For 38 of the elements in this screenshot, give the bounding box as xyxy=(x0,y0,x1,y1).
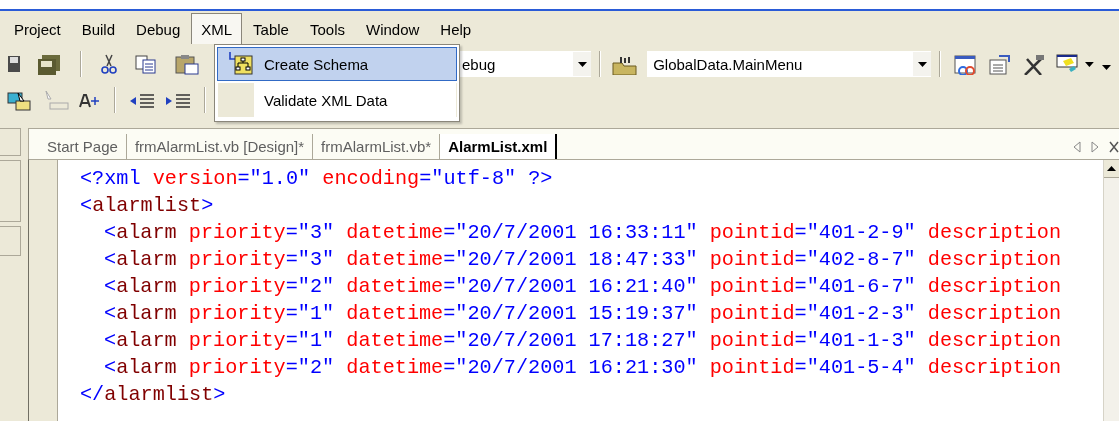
code-line: <alarm priority="2" datetime="20/7/2001 16:21:40" pointid="401-6-7" description xyxy=(103,274,1062,300)
schema-tree-icon xyxy=(228,51,254,77)
dropdown-caret-icon[interactable] xyxy=(577,61,587,67)
clipboard-icon[interactable] xyxy=(174,53,200,75)
close-icon[interactable] xyxy=(1109,140,1119,153)
code-line: <alarm priority="1" datetime="20/7/2001 17:18:27" pointid="401-1-3" description xyxy=(103,328,1062,354)
code-line: <alarmlist> xyxy=(80,193,214,219)
code-line: <alarm priority="1" datetime="20/7/2001 15:19:37" pointid="401-2-3" description xyxy=(103,301,1062,327)
document-tab[interactable]: frmAlarmList.vb [Design]* xyxy=(126,134,314,159)
floppy-disks-icon[interactable] xyxy=(36,53,62,75)
menu-entry[interactable]: Create Schema xyxy=(217,47,457,81)
menu-item[interactable]: Debug xyxy=(126,13,191,44)
code-line: <alarm priority="2" datetime="20/7/2001 16:21:30" pointid="401-5-4" description xyxy=(103,355,1062,381)
document-tab[interactable]: AlarmList.xml xyxy=(440,134,558,159)
code-line: <alarm priority="3" datetime="20/7/2001 16:33:11" pointid="401-2-9" description xyxy=(103,220,1062,246)
code-editor[interactable] xyxy=(58,160,1103,421)
code-line: <?xml version="1.0" encoding="utf-8" ?> xyxy=(80,166,553,192)
copy-icon[interactable] xyxy=(134,53,158,75)
menu-item[interactable]: XML xyxy=(191,13,243,44)
dropdown-caret-icon[interactable] xyxy=(1085,61,1095,67)
menu-item[interactable]: Tools xyxy=(299,13,355,44)
menu-item[interactable]: Table xyxy=(243,13,299,44)
vertical-scrollbar[interactable] xyxy=(1103,160,1119,421)
dropdown-caret-icon[interactable] xyxy=(917,61,927,67)
code-line: <alarm priority="3" datetime="20/7/2001 18:47:33" pointid="402-8-7" description xyxy=(103,247,1062,273)
scroll-up-icon[interactable] xyxy=(1107,166,1116,171)
scroll-right-icon[interactable] xyxy=(1091,140,1099,153)
menu-entry[interactable]: Validate XML Data xyxy=(217,83,457,117)
scroll-left-icon[interactable] xyxy=(1073,140,1081,153)
startup-object-combo[interactable]: GlobalData.MainMenu xyxy=(647,51,932,77)
scissors-icon[interactable] xyxy=(100,53,118,75)
menu-item[interactable]: Help xyxy=(430,13,482,44)
menu-item[interactable]: Build xyxy=(71,13,126,44)
code-line: </alarmlist> xyxy=(80,382,226,408)
menu-item[interactable]: Window xyxy=(356,13,430,44)
menu-item[interactable]: Project xyxy=(4,13,71,44)
document-tab[interactable]: Start Page xyxy=(39,134,127,159)
data-select-icon[interactable] xyxy=(6,89,34,111)
